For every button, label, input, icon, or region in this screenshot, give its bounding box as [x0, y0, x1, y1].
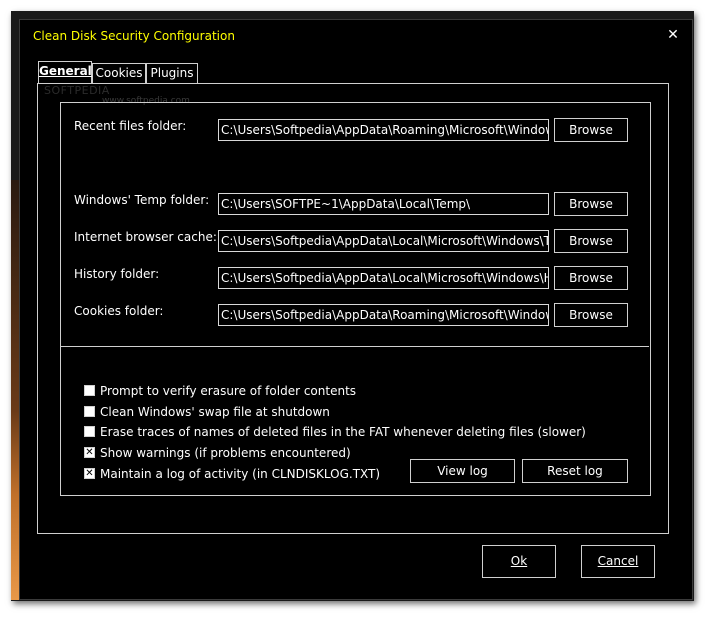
checkbox-checked[interactable]: ✕: [84, 447, 95, 458]
checkbox-checked[interactable]: ✕: [84, 468, 95, 479]
option-label: Erase traces of names of deleted files i…: [100, 425, 586, 439]
section-divider: [60, 346, 649, 347]
tab-general[interactable]: General: [38, 61, 92, 84]
view-log-button[interactable]: View log: [410, 459, 515, 483]
option-label: Prompt to verify erasure of folder conte…: [100, 384, 357, 398]
recent-files-label: Recent files folder:: [74, 119, 187, 133]
option-label: Clean Windows' swap file at shutdown: [100, 405, 330, 419]
history-folder-field[interactable]: C:\Users\Softpedia\AppData\Local\Microso…: [218, 267, 549, 289]
option-label: Maintain a log of activity (in CLNDISKLO…: [100, 467, 381, 481]
recent-files-browse-button[interactable]: Browse: [554, 118, 628, 142]
recent-files-field[interactable]: C:\Users\Softpedia\AppData\Roaming\Micro…: [218, 119, 549, 141]
ok-button[interactable]: Ok: [482, 545, 556, 578]
checkbox[interactable]: [84, 385, 95, 396]
history-folder-label: History folder:: [74, 267, 160, 281]
temp-folder-browse-button[interactable]: Browse: [554, 192, 628, 216]
option-verify-erasure[interactable]: Prompt to verify erasure of folder conte…: [84, 383, 356, 399]
cookies-folder-browse-button[interactable]: Browse: [554, 303, 628, 327]
browser-cache-browse-button[interactable]: Browse: [554, 229, 628, 253]
option-maintain-log[interactable]: ✕ Maintain a log of activity (in CLNDISKL…: [84, 466, 380, 482]
cancel-button[interactable]: Cancel: [581, 545, 655, 578]
temp-folder-label: Windows' Temp folder:: [74, 193, 210, 207]
checkbox[interactable]: [84, 406, 95, 417]
reset-log-button[interactable]: Reset log: [522, 459, 628, 483]
temp-folder-field[interactable]: C:\Users\SOFTPE~1\AppData\Local\Temp\: [218, 193, 549, 215]
config-dialog: Clean Disk Security Configuration ✕ Gene…: [19, 19, 693, 600]
cancel-button-label: Cancel: [597, 554, 639, 568]
tab-plugins[interactable]: Plugins: [146, 63, 198, 83]
checkbox[interactable]: [84, 426, 95, 437]
ok-button-label: Ok: [510, 554, 528, 568]
history-folder-browse-button[interactable]: Browse: [554, 266, 628, 290]
tab-cookies[interactable]: Cookies: [92, 63, 146, 83]
watermark-logo: SOFTPEDIA: [44, 84, 110, 97]
browser-cache-field[interactable]: C:\Users\Softpedia\AppData\Local\Microso…: [218, 230, 549, 252]
cookies-folder-field[interactable]: C:\Users\Softpedia\AppData\Roaming\Micro…: [218, 304, 549, 326]
title-bar[interactable]: Clean Disk Security Configuration ✕: [20, 20, 692, 50]
tab-plugins-label: Plugins: [150, 66, 194, 80]
close-icon[interactable]: ✕: [664, 26, 682, 44]
browser-cache-label: Internet browser cache:: [74, 230, 217, 244]
cookies-folder-label: Cookies folder:: [74, 304, 164, 318]
tab-general-label: General: [39, 64, 92, 78]
desktop-background-edge: [11, 180, 19, 600]
window-title: Clean Disk Security Configuration: [33, 29, 235, 43]
option-show-warnings[interactable]: ✕ Show warnings (if problems encountered): [84, 445, 351, 461]
option-erase-fat-traces[interactable]: Erase traces of names of deleted files i…: [84, 424, 586, 440]
option-label: Show warnings (if problems encountered): [100, 446, 351, 460]
tab-cookies-label: Cookies: [95, 66, 143, 80]
option-clean-swap[interactable]: Clean Windows' swap file at shutdown: [84, 404, 330, 420]
